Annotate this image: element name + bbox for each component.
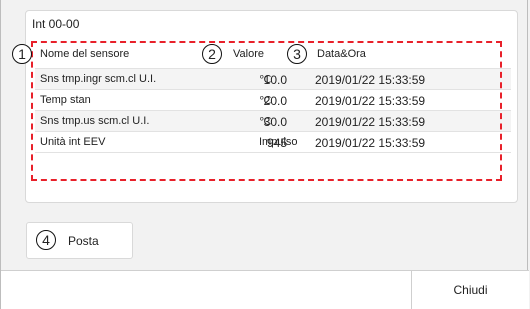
sensor-name: Sns tmp.us scm.cl U.I. [40, 115, 150, 127]
sensor-name: Sns tmp.ingr scm.cl U.I. [40, 73, 157, 85]
panel-title: Int 00-00 [32, 17, 80, 31]
header-value: Valore [233, 48, 264, 60]
table-end [35, 152, 511, 163]
sensor-panel: Int 00-00 Nome del sensore Valore Data&O… [12, 10, 518, 203]
sensor-name: Temp stan [40, 94, 91, 106]
post-button[interactable]: 4 Posta [26, 222, 133, 259]
sensor-datetime: 2019/01/22 15:33:59 [315, 73, 426, 87]
table-row: Sns tmp.ingr scm.cl U.I. 10.0 ℃ 2019/01/… [35, 68, 511, 89]
sensor-datetime: 2019/01/22 15:33:59 [315, 94, 426, 108]
table-row: Unità int EEV 945 Impulso 2019/01/22 15:… [35, 131, 511, 152]
sensor-status-screen: Int 00-00 Nome del sensore Valore Data&O… [0, 0, 529, 309]
table-row: Temp stan 20.0 ℃ 2019/01/22 15:33:59 [35, 89, 511, 110]
header-sensor-name: Nome del sensore [40, 48, 130, 60]
sensor-unit: ℃ [259, 95, 272, 107]
sensor-unit: ℃ [259, 116, 272, 128]
sensor-table: Sns tmp.ingr scm.cl U.I. 10.0 ℃ 2019/01/… [35, 68, 511, 163]
sensor-datetime: 2019/01/22 15:33:59 [315, 136, 426, 150]
sensor-unit: Impulso [259, 136, 298, 148]
table-row: Sns tmp.us scm.cl U.I. 30.0 ℃ 2019/01/22… [35, 110, 511, 131]
close-button[interactable]: Chiudi [411, 271, 529, 309]
sensor-unit: ℃ [259, 74, 272, 86]
callout-1-badge: 1 [12, 44, 32, 64]
sensor-datetime: 2019/01/22 15:33:59 [315, 115, 426, 129]
callout-4-badge: 4 [36, 230, 56, 250]
sensor-name: Unità int EEV [40, 136, 106, 148]
header-datetime: Data&Ora [317, 48, 366, 60]
post-button-label: Posta [68, 234, 99, 248]
footer-bar: Chiudi [1, 270, 529, 309]
callout-2-badge: 2 [202, 44, 222, 64]
callout-3-badge: 3 [287, 44, 307, 64]
